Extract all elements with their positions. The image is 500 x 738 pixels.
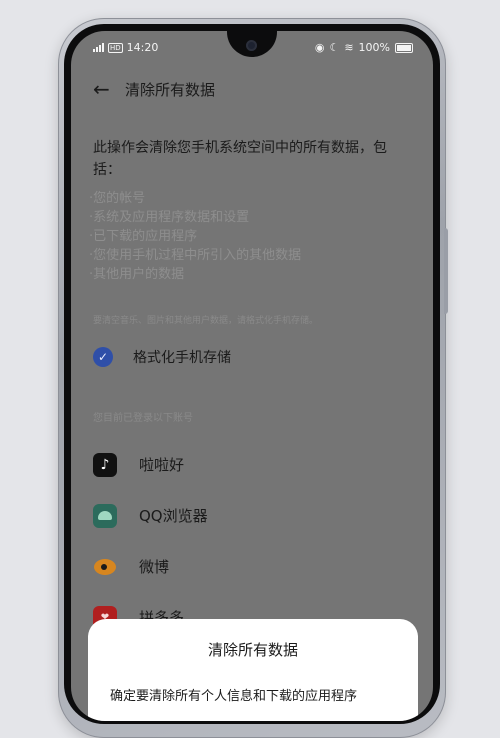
format-storage-option[interactable]: ✓ 格式化手机存储 — [93, 347, 231, 367]
list-item: ♪ 啦啦好 — [93, 439, 413, 490]
battery-percent: 100% — [358, 41, 390, 54]
list-item: ·您使用手机过程中所引入的其他数据 — [89, 248, 302, 263]
arrow-left-icon[interactable]: ← — [93, 77, 119, 101]
list-item: ·已下载的应用程序 — [89, 229, 198, 244]
confirm-dialog: 清除所有数据 确定要清除所有个人信息和下载的应用程序 — [88, 619, 418, 721]
account-name: 微博 — [139, 558, 170, 576]
side-button — [444, 228, 448, 314]
account-name: QQ浏览器 — [139, 507, 208, 525]
front-camera-icon — [246, 40, 257, 51]
accounts-header: 您目前已登录以下账号 — [93, 413, 193, 424]
dialog-message: 确定要清除所有个人信息和下载的应用程序 — [110, 689, 358, 704]
signal-icon — [93, 43, 104, 52]
battery-icon — [395, 42, 413, 53]
list-item: ·系统及应用程序数据和设置 — [89, 210, 250, 225]
moon-icon: ☾ — [329, 41, 340, 54]
account-name: 啦啦好 — [139, 456, 185, 474]
list-item: ·其他用户的数据 — [89, 267, 185, 282]
volte-icon: HD — [108, 42, 123, 53]
format-note: 要清空音乐、图片和其他用户数据，请格式化手机存储。 — [93, 316, 319, 326]
android-app-icon — [93, 503, 117, 528]
weibo-icon — [93, 555, 117, 579]
list-item: 微博 — [93, 541, 413, 592]
checkbox-checked-icon[interactable]: ✓ — [93, 347, 113, 367]
page-title: 清除所有数据 — [125, 80, 216, 99]
eye-comfort-icon: ◉ — [314, 41, 325, 54]
description-text: 此操作会清除您手机系统空间中的所有数据，包括： — [93, 140, 387, 178]
data-list: ·您的帐号 ·系统及应用程序数据和设置 ·已下载的应用程序 ·您使用手机过程中所… — [89, 189, 409, 284]
status-time: 14:20 — [126, 41, 159, 54]
list-item: ·您的帐号 — [89, 191, 146, 206]
account-list: ♪ 啦啦好 QQ浏览器 微博 ❤ 拼多多 — [93, 439, 413, 643]
page-header: ← 清除所有数据 — [93, 77, 215, 101]
tiktok-icon: ♪ — [93, 452, 117, 477]
list-item: QQ浏览器 — [93, 490, 413, 541]
phone-screen: HD 14:20 ◉ ☾ ≋ 100% ← 清除所有数据 此操作会清除您手机系统… — [71, 31, 433, 721]
format-storage-label: 格式化手机存储 — [133, 350, 231, 366]
dialog-title: 清除所有数据 — [207, 641, 298, 659]
wifi-icon: ≋ — [344, 41, 354, 54]
